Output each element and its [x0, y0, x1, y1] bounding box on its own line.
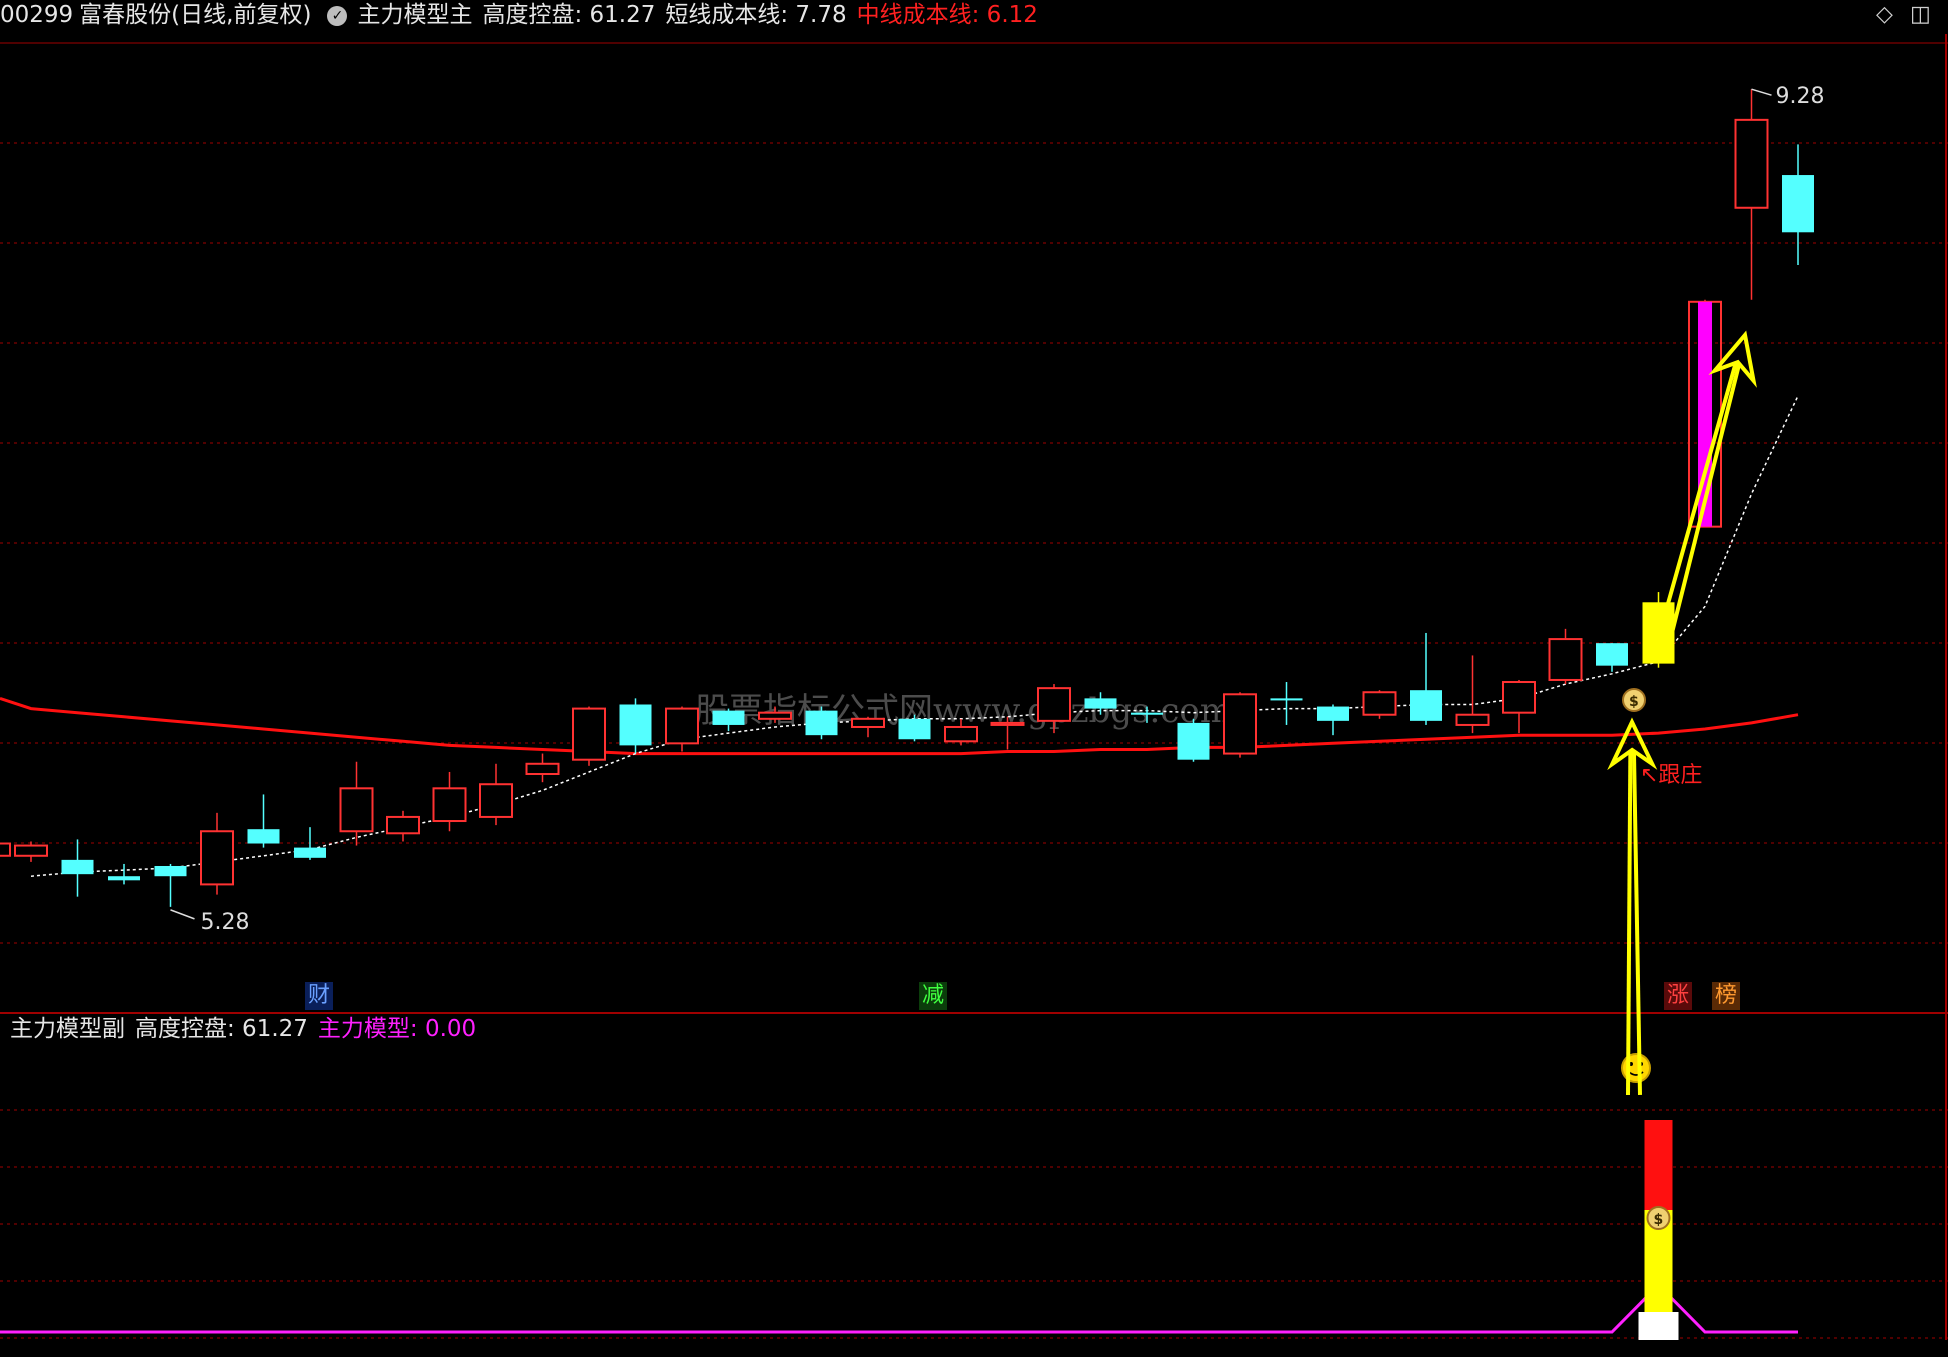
- stock-code: 00299: [0, 2, 74, 28]
- candle-body: [1177, 722, 1210, 760]
- low-pointer: [170, 909, 195, 920]
- candle-body: [1317, 706, 1349, 721]
- mid-cost-value: 中线成本线: 6.12: [856, 2, 1038, 28]
- high-label: 9.28: [1776, 84, 1825, 109]
- candle-body: [1270, 698, 1303, 701]
- low-label: 5.28: [201, 910, 250, 935]
- candle-body: [665, 707, 699, 745]
- candle-body: [247, 829, 280, 844]
- candle-body: [339, 787, 374, 833]
- signal-bar-red: [1644, 1120, 1673, 1210]
- diamond-icon[interactable]: ◇: [1876, 2, 1893, 27]
- panel-toggle-icon[interactable]: ◫: [1910, 2, 1931, 27]
- candle-body-partial: [0, 842, 11, 857]
- signal-bar-white: [1638, 1312, 1679, 1340]
- candle-body: [1782, 175, 1814, 233]
- sub-chart-header: 主力模型副 高度控盘: 61.27 主力模型: 0.00: [0, 1014, 486, 1044]
- sub-control-value: 高度控盘: 61.27: [135, 1016, 308, 1042]
- control-value: 高度控盘: 61.27: [482, 2, 656, 28]
- money-bag-icon-sub-glyph: $: [1654, 1212, 1664, 1228]
- stock-name: 富春股份(日线,前复权): [79, 2, 312, 28]
- kline-chart-area[interactable]: 股票指标公式网www.gpzbgs.com 9.28 5.28 ↖跟庄 $ $: [0, 0, 1948, 1353]
- high-pointer: [1751, 88, 1772, 96]
- money-bag-icon-glyph: $: [1629, 694, 1639, 710]
- candle-body: [1596, 643, 1628, 666]
- candle-body: [108, 876, 140, 881]
- candle-body: [805, 710, 838, 736]
- marker-zhang-label: 涨: [1667, 983, 1690, 1008]
- short-cost-line: [30, 395, 1799, 877]
- short-cost-value: 短线成本线: 7.78: [665, 2, 847, 28]
- indicator-name[interactable]: 主力模型主: [357, 2, 472, 28]
- candle-body: [1362, 691, 1397, 716]
- model-line: [0, 1282, 1798, 1334]
- candle-body: [154, 865, 187, 877]
- candle-body: [1131, 712, 1163, 715]
- candle-body: [294, 847, 326, 858]
- candle-body: [990, 721, 1025, 726]
- marker-cai-label: 财: [308, 983, 331, 1008]
- candle-body: [61, 859, 94, 875]
- candle-body: [1734, 118, 1769, 209]
- candle-body: [1502, 681, 1536, 714]
- candle-body: [944, 725, 978, 743]
- marker-bang[interactable]: 榜: [1712, 982, 1741, 1010]
- candle-body: [851, 717, 885, 728]
- candle-body: [14, 844, 48, 857]
- candle-body: [1037, 687, 1071, 722]
- marker-jian[interactable]: 减: [919, 982, 948, 1010]
- candle-body: [712, 710, 745, 725]
- candle-body: [1223, 693, 1257, 755]
- marker-cai[interactable]: 财: [305, 982, 334, 1010]
- sub-indicator-name[interactable]: 主力模型副: [10, 1016, 125, 1042]
- marker-jian-label: 减: [922, 983, 945, 1008]
- candle-body: [432, 787, 467, 823]
- main-chart-header: 00299 富春股份(日线,前复权) ✓ 主力模型主 高度控盘: 61.27 短线成本线:…: [0, 0, 1048, 30]
- marker-zhang[interactable]: 涨: [1664, 982, 1693, 1010]
- candle-body: [1455, 713, 1490, 726]
- candle-body: [200, 830, 234, 886]
- kline-chart[interactable]: 股票指标公式网www.gpzbgs.com9.285.28↖跟庄$$: [0, 0, 1948, 1353]
- candle-body: [898, 718, 931, 740]
- candle-body: [386, 815, 420, 835]
- candle-body: [479, 783, 513, 818]
- candle-body: [1548, 638, 1583, 681]
- marker-bang-label: 榜: [1715, 983, 1738, 1008]
- candle-body: [758, 711, 792, 720]
- model-value: 主力模型: 0.00: [317, 1016, 477, 1042]
- candle-body: [619, 704, 652, 746]
- indicator-dropdown-icon[interactable]: ✓: [327, 5, 348, 26]
- follow-label: ↖跟庄: [1640, 763, 1702, 788]
- candle-body: [572, 707, 606, 761]
- candle-body: [525, 762, 560, 776]
- candle-body: [1084, 698, 1117, 709]
- candle-body: [1410, 690, 1442, 721]
